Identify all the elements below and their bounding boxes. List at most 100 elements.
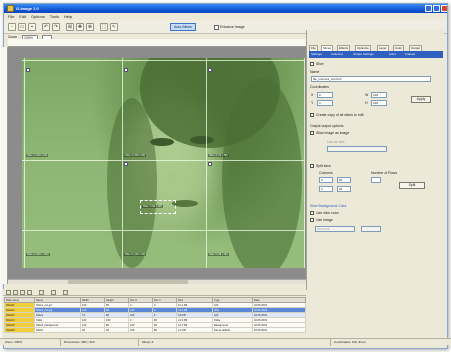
title-bar[interactable]: G-Image 2.0 <box>4 4 447 13</box>
table-cell: 40 <box>104 327 129 333</box>
enhance-image-label: Enhance Image <box>220 25 245 29</box>
split-rows-field-2[interactable] <box>371 177 381 183</box>
panel-subtabs: Settings Columns Output Settings Anim Fr… <box>309 51 443 58</box>
split-button[interactable]: Split <box>399 182 425 189</box>
background-color-section: Slice Background Color <box>310 204 347 208</box>
table-body: Slice01 Slice1_cut.gif 120 80 0 0 12.1 KB GIF 02… <box>4 302 306 333</box>
split-slice-checkbox[interactable]: Split slice <box>310 164 331 169</box>
y-field[interactable]: 0 <box>317 100 333 106</box>
pointer-icon[interactable]: ↖ <box>110 23 118 31</box>
slice-as-image-checkbox[interactable]: Slice image as image <box>310 131 350 136</box>
split-height-field[interactable]: 64 <box>337 186 351 192</box>
close-button[interactable] <box>441 5 447 12</box>
x-field[interactable]: 0 <box>317 92 333 98</box>
table-row[interactable]: Slice06 Slice6 48 40 240 80 4.2 KB Set as defau… <box>4 327 306 333</box>
w-label: W <box>365 93 369 97</box>
split-columns-label: Columns <box>319 171 333 175</box>
table-cell: 80 <box>152 327 177 333</box>
slice-icon[interactable]: ⊞ <box>66 23 74 31</box>
checkbox-icon <box>310 211 314 216</box>
window-title: G-Image 2.0 <box>16 6 39 11</box>
properties-icon[interactable] <box>39 290 44 295</box>
select-icon[interactable]: ⬚ <box>100 23 108 31</box>
table-cell: Slice6 <box>34 327 81 333</box>
slice-label: Slice 4 (120 x 160) <box>26 253 50 256</box>
menu-help[interactable]: Help <box>64 14 72 19</box>
maximize-button[interactable] <box>433 5 440 12</box>
enhance-image-checkbox[interactable]: Enhance Image <box>214 24 245 30</box>
selection-box[interactable]: Slice 7 (96 x 28) <box>140 200 176 214</box>
vertical-ruler <box>1 47 8 284</box>
menu-edit[interactable]: Edit <box>19 14 26 19</box>
slice-label: Slice 1 (120 x 80) <box>26 154 49 157</box>
subtab-anim[interactable]: Anim <box>389 52 396 56</box>
undo-icon[interactable]: ↶ <box>42 23 50 31</box>
bg-color-select[interactable]: #FFFFFF <box>315 226 355 232</box>
apply-button[interactable]: Apply <box>411 96 431 103</box>
move-up-icon[interactable] <box>20 290 25 295</box>
slice-label: Slice 3 (72 x 80) <box>208 154 229 157</box>
save-icon[interactable]: ▪ <box>28 23 36 31</box>
slice-checkbox[interactable]: Slice <box>310 62 324 67</box>
height-field[interactable]: 128 <box>371 100 387 106</box>
table-cell: 48 <box>80 327 105 333</box>
auto-slices-toggle[interactable]: Auto-Slices <box>170 23 196 31</box>
slice-label: Slice 6 (48 x 40) <box>208 253 229 256</box>
slice-marker[interactable] <box>26 68 30 72</box>
menu-options[interactable]: Options <box>31 14 45 19</box>
slice-as-image-label: Slice image as image <box>316 131 350 135</box>
slice-marker[interactable] <box>208 68 212 72</box>
export-icon[interactable] <box>63 290 68 295</box>
slice-label: Slice 2 (120 x 80) <box>124 154 147 157</box>
split-rows-label: Number of Rows <box>371 171 398 175</box>
copy-slices-checkbox[interactable]: Create copy of all slices to edit <box>310 113 363 118</box>
slice-label: Slice 5 (120 x 80) <box>124 253 147 256</box>
filter-icon[interactable] <box>51 290 56 295</box>
slice-name-field[interactable]: file_picture1_cut.html <box>311 76 431 82</box>
table-cell: 240 <box>128 327 153 333</box>
move-down-icon[interactable] <box>27 290 32 295</box>
menu-bar: File Edit Options Tools Help <box>4 13 447 20</box>
canvas-horizontal-scrollbar[interactable] <box>8 279 306 284</box>
zoom-icon[interactable]: ⊕ <box>86 23 94 31</box>
add-slice-icon[interactable] <box>6 290 11 295</box>
scrollbar-thumb[interactable] <box>68 280 188 284</box>
use-as-text-label: Use as text <box>327 140 345 144</box>
h-label: H <box>365 101 368 105</box>
subtab-settings[interactable]: Settings <box>311 52 322 56</box>
table-toolbar <box>3 289 306 296</box>
use-slice-color-checkbox[interactable]: Use slice color <box>310 211 339 216</box>
horizontal-ruler <box>8 39 306 47</box>
new-icon[interactable]: ▫ <box>8 23 16 31</box>
table-cell: Slice06 <box>4 327 35 333</box>
status-slices: Slices: 6 <box>142 340 154 344</box>
y-label: Y <box>311 101 314 105</box>
width-field[interactable]: 128 <box>371 92 387 98</box>
remove-slice-icon[interactable] <box>13 290 18 295</box>
slices-table: Slice name Name Width Height Pos X Pos Y… <box>4 297 306 333</box>
bg-color-swatch[interactable] <box>361 226 381 232</box>
slice-marker[interactable] <box>124 68 128 72</box>
subtab-frames[interactable]: Frames <box>405 52 415 56</box>
split-rows-field[interactable]: 2 <box>319 186 333 192</box>
portrait-image[interactable]: Slice 1 (120 x 80) Slice 2 (120 x 80) Sl… <box>22 58 305 268</box>
use-image-checkbox[interactable]: Use image <box>310 218 333 223</box>
checkbox-icon <box>310 164 314 169</box>
split-columns-field[interactable]: 2 <box>319 177 333 183</box>
redo-icon[interactable]: ↷ <box>52 23 60 31</box>
move-icon[interactable]: ✥ <box>76 23 84 31</box>
subtab-output-settings[interactable]: Output Settings <box>353 52 374 56</box>
menu-tools[interactable]: Tools <box>50 14 59 19</box>
split-width-field[interactable]: 64 <box>337 177 351 183</box>
properties-panel: File Slices Effects Optimize Layer Color… <box>306 30 444 290</box>
selection-label: Slice 7 (96 x 28) <box>142 205 163 208</box>
subtab-columns[interactable]: Columns <box>331 52 343 56</box>
text-field[interactable] <box>327 146 387 152</box>
open-icon[interactable]: ▭ <box>18 23 26 31</box>
menu-file[interactable]: File <box>8 14 14 19</box>
slice-marker[interactable] <box>208 162 212 166</box>
slices-table-panel: Slice name Name Width Height Pos X Pos Y… <box>3 289 306 338</box>
use-slice-color-label: Use slice color <box>316 211 339 215</box>
minimize-button[interactable] <box>425 5 432 12</box>
slice-marker[interactable] <box>124 162 128 166</box>
